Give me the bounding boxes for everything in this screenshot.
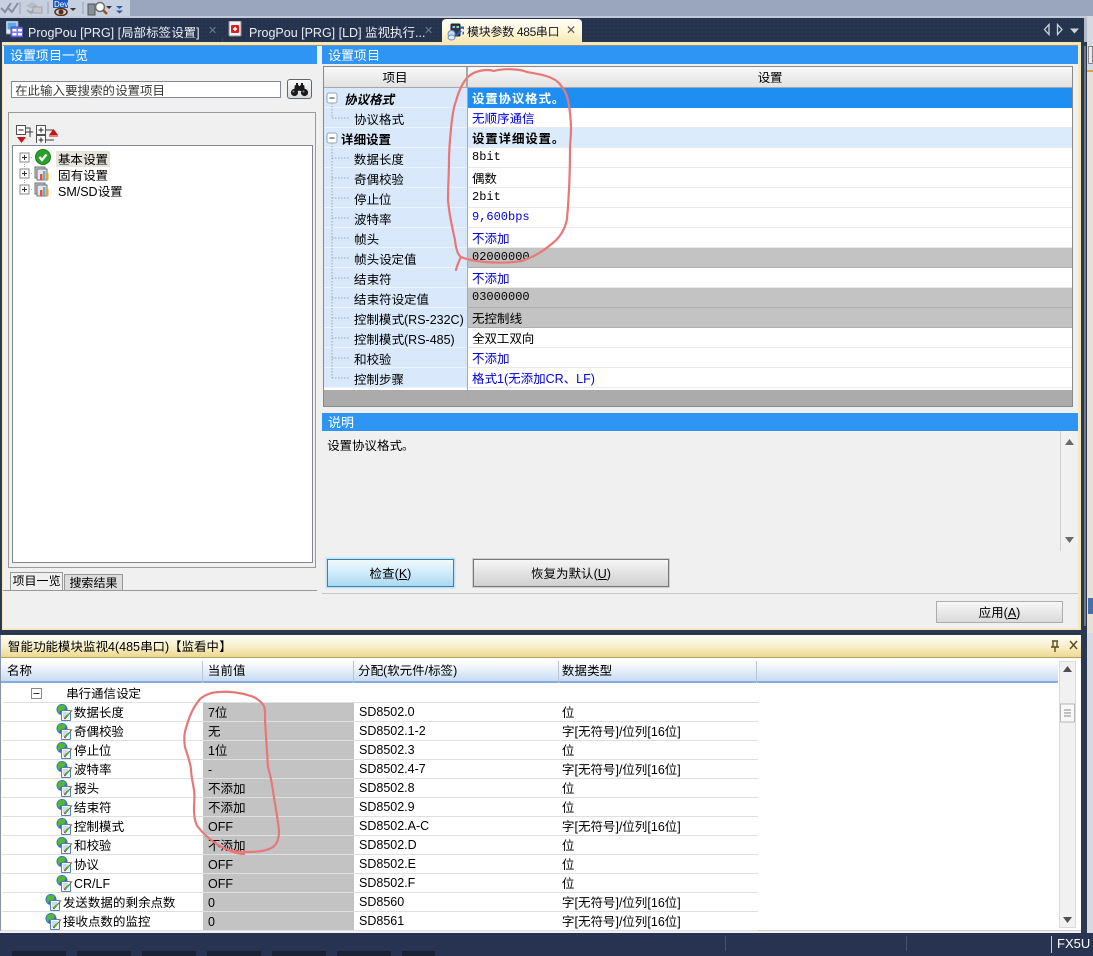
svg-text:Dev: Dev bbox=[54, 0, 68, 9]
